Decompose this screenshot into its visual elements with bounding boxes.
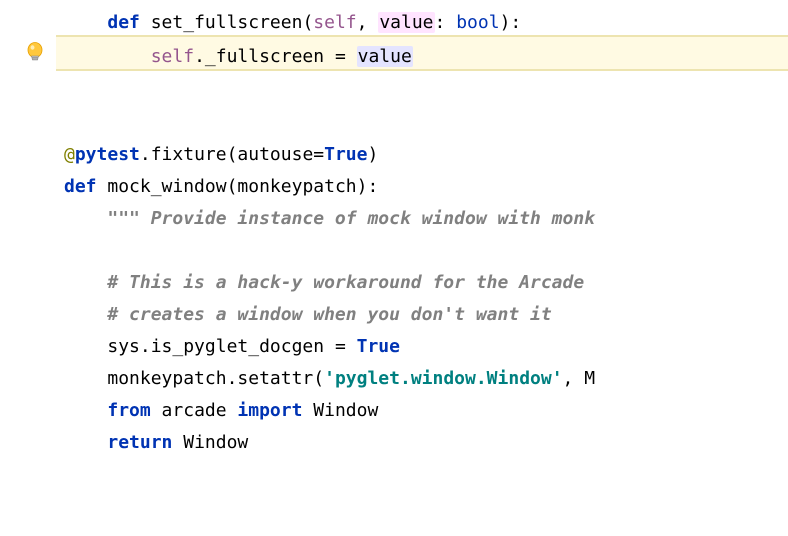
code-line[interactable]: def mock_window(monkeypatch): xyxy=(64,171,788,203)
keyword-def: def xyxy=(107,12,140,33)
code-line-empty[interactable] xyxy=(64,75,788,107)
param-monkeypatch: monkeypatch xyxy=(237,176,356,197)
code-line[interactable]: from arcade import Window xyxy=(64,395,788,427)
keyword-from: from xyxy=(107,400,150,421)
value-ref: value xyxy=(357,46,413,67)
function-name: mock_window xyxy=(107,176,226,197)
code-line[interactable]: return Window xyxy=(64,427,788,459)
self-param: self xyxy=(313,12,356,33)
code-line[interactable]: @pytest.fixture(autouse=True) xyxy=(64,139,788,171)
function-name: set_fullscreen xyxy=(151,12,303,33)
code-line[interactable]: # This is a hack-y workaround for the Ar… xyxy=(64,267,788,299)
keyword-return: return xyxy=(107,432,172,453)
code-editor[interactable]: def set_fullscreen(self, value: bool): s… xyxy=(56,0,788,448)
docstring: """ Provide instance of mock window with… xyxy=(107,208,595,229)
comment: # creates a window when you don't want i… xyxy=(107,304,551,325)
code-line[interactable]: self._fullscreen = value xyxy=(64,41,788,73)
code-line-empty[interactable] xyxy=(64,235,788,267)
editor-gutter xyxy=(0,0,56,536)
type-bool: bool xyxy=(456,12,499,33)
sys-ref: sys xyxy=(107,336,140,357)
code-line-empty[interactable] xyxy=(64,107,788,139)
decorator-pytest: pytest xyxy=(75,144,140,165)
self-ref: self xyxy=(151,46,194,67)
decorator-fixture: fixture xyxy=(151,144,227,165)
param-value: value xyxy=(378,12,434,33)
monkeypatch-ref: monkeypatch xyxy=(107,368,226,389)
keyword-def: def xyxy=(64,176,97,197)
comment: # This is a hack-y workaround for the Ar… xyxy=(107,272,595,293)
code-line[interactable]: def set_fullscreen(self, value: bool): xyxy=(64,7,788,39)
lightbulb-icon[interactable] xyxy=(26,41,44,65)
code-line[interactable]: """ Provide instance of mock window with… xyxy=(64,203,788,235)
bool-true: True xyxy=(357,336,400,357)
code-line[interactable]: monkeypatch.setattr('pyglet.window.Windo… xyxy=(64,363,788,395)
string-literal: 'pyglet.window.Window' xyxy=(324,368,562,389)
keyword-import: import xyxy=(237,400,302,421)
code-line[interactable]: # creates a window when you don't want i… xyxy=(64,299,788,331)
decorator-at: @ xyxy=(64,144,75,165)
code-line[interactable]: sys.is_pyglet_docgen = True xyxy=(64,331,788,363)
bool-true: True xyxy=(324,144,367,165)
